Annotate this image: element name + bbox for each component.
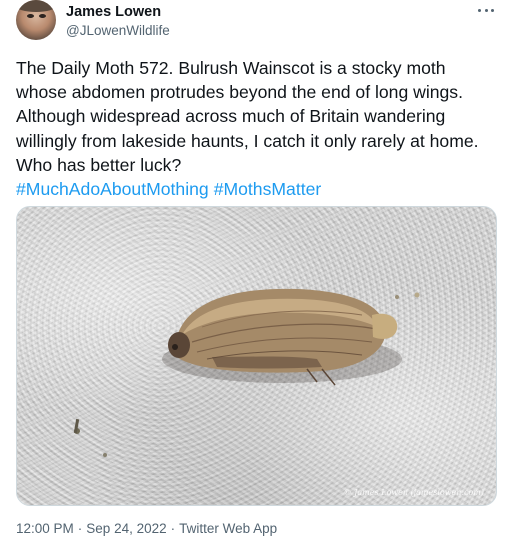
tweet-photo[interactable]: © James Lowen (jameslowen.com): [16, 206, 497, 506]
tweet-time[interactable]: 12:00 PM: [16, 521, 74, 536]
author-names: James Lowen @JLowenWildlife: [66, 3, 170, 40]
more-options-icon[interactable]: [478, 2, 494, 18]
separator-dot: ·: [170, 521, 176, 536]
moth-head: [168, 332, 190, 358]
moth-abdomen: [372, 313, 398, 339]
moth-eye: [172, 344, 178, 350]
hashtag-list: #MuchAdoAboutMothing #MothsMatter: [16, 179, 326, 199]
tweet: James Lowen @JLowenWildlife The Daily Mo…: [0, 0, 511, 554]
debris-speck: [414, 292, 420, 298]
debris-speck: [395, 295, 399, 299]
avatar-eye-right: [39, 14, 46, 18]
tweet-body: The Daily Moth 572. Bulrush Wainscot is …: [16, 58, 479, 175]
avatar-hair: [16, 0, 56, 12]
hashtag-link[interactable]: #MuchAdoAboutMothing: [16, 179, 209, 199]
tweet-text: The Daily Moth 572. Bulrush Wainscot is …: [16, 56, 500, 201]
hashtag-link[interactable]: #MothsMatter: [214, 179, 322, 199]
moth-wing-streak: [212, 356, 322, 369]
avatar-eye-left: [27, 14, 34, 18]
more-dot: [491, 8, 494, 12]
tweet-source[interactable]: Twitter Web App: [179, 521, 277, 536]
more-dot: [484, 8, 488, 12]
author-handle[interactable]: @JLowenWildlife: [66, 22, 170, 40]
more-dot: [478, 8, 481, 12]
separator-dot: ·: [77, 521, 83, 536]
author-display-name[interactable]: James Lowen: [66, 3, 170, 21]
tweet-date[interactable]: Sep 24, 2022: [86, 521, 166, 536]
tweet-metadata: 12:00 PM · Sep 24, 2022 · Twitter Web App: [16, 520, 277, 538]
moth-image: [73, 288, 420, 457]
photo-watermark: © James Lowen (jameslowen.com): [343, 488, 484, 497]
avatar[interactable]: [16, 0, 56, 40]
debris-speck: [103, 453, 107, 457]
